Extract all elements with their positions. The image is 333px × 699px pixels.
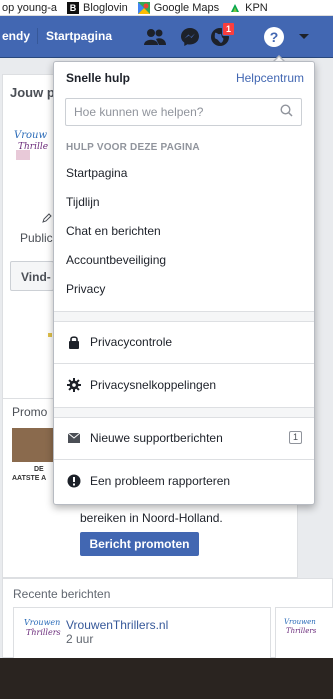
- logo-text: Thrillers: [26, 628, 61, 637]
- promo-image-text: DE: [34, 466, 44, 473]
- post-author-link[interactable]: VrouwenThrillers.nl: [66, 618, 168, 632]
- bookmark-kpn[interactable]: KPN: [229, 2, 268, 14]
- promo-image-text: AATSTE A: [12, 475, 47, 482]
- edit-pencil-icon[interactable]: [42, 212, 52, 223]
- account-menu-caret-icon[interactable]: [292, 25, 316, 49]
- nav-separator: [37, 28, 38, 44]
- report-problem-label: Een probleem rapporteren: [90, 474, 231, 488]
- post-card[interactable]: Vrouwen Thrillers VrouwenThrillers.nl 2 …: [13, 607, 271, 663]
- bookmark-label: KPN: [245, 1, 268, 14]
- privacy-shortcuts-label: Privacysnelkoppelingen: [90, 378, 217, 392]
- help-search-box[interactable]: [65, 98, 302, 126]
- logo-text: Vrouw: [14, 130, 48, 141]
- facebook-top-bar: endy Startpagina 1 ?: [0, 16, 333, 58]
- recent-posts-heading: Recente berichten: [13, 587, 111, 601]
- kpn-icon: [229, 2, 241, 14]
- privacy-shortcuts-item[interactable]: Privacysnelkoppelingen: [54, 364, 314, 406]
- svg-text:?: ?: [270, 29, 279, 45]
- post-card[interactable]: Vrouwen Thrillers: [275, 607, 333, 663]
- home-link[interactable]: Startpagina: [46, 29, 112, 43]
- quick-help-icon[interactable]: ?: [262, 25, 286, 49]
- privacy-checkup-item[interactable]: Privacycontrole: [54, 321, 314, 363]
- dark-bottom-region: [0, 658, 333, 699]
- notifications-globe-icon[interactable]: 1: [208, 22, 236, 49]
- promote-post-button[interactable]: Bericht promoten: [80, 532, 199, 556]
- envelope-icon: [66, 430, 82, 446]
- bookmarks-bar: op young-a B Bloglovin Google Maps KPN: [0, 0, 333, 16]
- bloglovin-b-icon: B: [67, 1, 80, 14]
- your-page-heading: Jouw p: [10, 85, 55, 100]
- section-heading: HULP VOOR DEZE PAGINA: [66, 142, 200, 153]
- help-topic-privacy[interactable]: Privacy: [66, 282, 166, 311]
- find-button-label: Vind-: [21, 270, 51, 284]
- recent-posts-card: Recente berichten Vrouwen Thrillers Vrou…: [2, 578, 333, 663]
- post-avatar: Vrouwen Thrillers: [24, 618, 61, 646]
- search-icon[interactable]: [280, 104, 293, 120]
- post-avatar: Vrouwen Thrillers: [284, 618, 316, 646]
- help-topic-tijdlijn[interactable]: Tijdlijn: [66, 195, 166, 224]
- google-maps-icon: [137, 1, 150, 14]
- lock-icon: [66, 334, 82, 350]
- quick-help-title: Snelle hulp: [66, 71, 131, 85]
- gear-icon: [66, 377, 82, 393]
- bookmark-google-maps[interactable]: Google Maps: [137, 1, 220, 14]
- messenger-icon[interactable]: [178, 25, 202, 49]
- promotion-body-text: bereiken in Noord-Holland.: [80, 511, 223, 525]
- quick-help-dropdown: Snelle hulp Helpcentrum HULP VOOR DEZE P…: [53, 61, 315, 505]
- alert-icon: [66, 473, 82, 489]
- support-count-badge: 1: [288, 431, 302, 444]
- decorative-dot: [48, 333, 52, 337]
- help-topic-startpagina[interactable]: Startpagina: [66, 166, 166, 195]
- help-search-input[interactable]: [74, 105, 280, 119]
- help-topics-list: Startpagina Tijdlijn Chat en berichten A…: [66, 166, 166, 311]
- publish-label[interactable]: Public: [20, 231, 53, 245]
- bookmark-label: op young-a: [2, 1, 58, 14]
- bookmark-bloglovin[interactable]: B Bloglovin: [67, 1, 128, 14]
- help-topic-chat[interactable]: Chat en berichten: [66, 224, 166, 253]
- report-problem-item[interactable]: Een probleem rapporteren: [54, 460, 314, 502]
- help-center-link[interactable]: Helpcentrum: [236, 71, 304, 85]
- bookmark-label: Google Maps: [153, 1, 220, 14]
- post-timestamp[interactable]: 2 uur: [66, 632, 93, 646]
- support-messages-label: Nieuwe supportberichten: [90, 431, 223, 445]
- promotion-heading: Promo: [12, 405, 48, 419]
- logo-text: Thrillers: [286, 627, 317, 635]
- logo-figure: [16, 150, 30, 160]
- help-topic-account-security[interactable]: Accountbeveiliging: [66, 253, 166, 282]
- profile-link[interactable]: endy: [2, 29, 30, 43]
- friend-requests-icon[interactable]: [143, 25, 167, 49]
- page-logo: Vrouw Thrille: [12, 126, 52, 160]
- support-messages-item[interactable]: Nieuwe supportberichten 1: [54, 417, 314, 459]
- promotion-image: DE AATSTE A: [12, 428, 54, 486]
- privacy-checkup-label: Privacycontrole: [90, 335, 173, 349]
- logo-text: Vrouwen: [284, 618, 316, 626]
- bookmark-young-adult[interactable]: op young-a: [2, 2, 57, 14]
- logo-text: Vrouwen: [24, 618, 61, 627]
- notification-count-badge: 1: [222, 22, 236, 36]
- bookmark-label: Bloglovin: [83, 1, 128, 14]
- find-button[interactable]: Vind-: [10, 261, 54, 291]
